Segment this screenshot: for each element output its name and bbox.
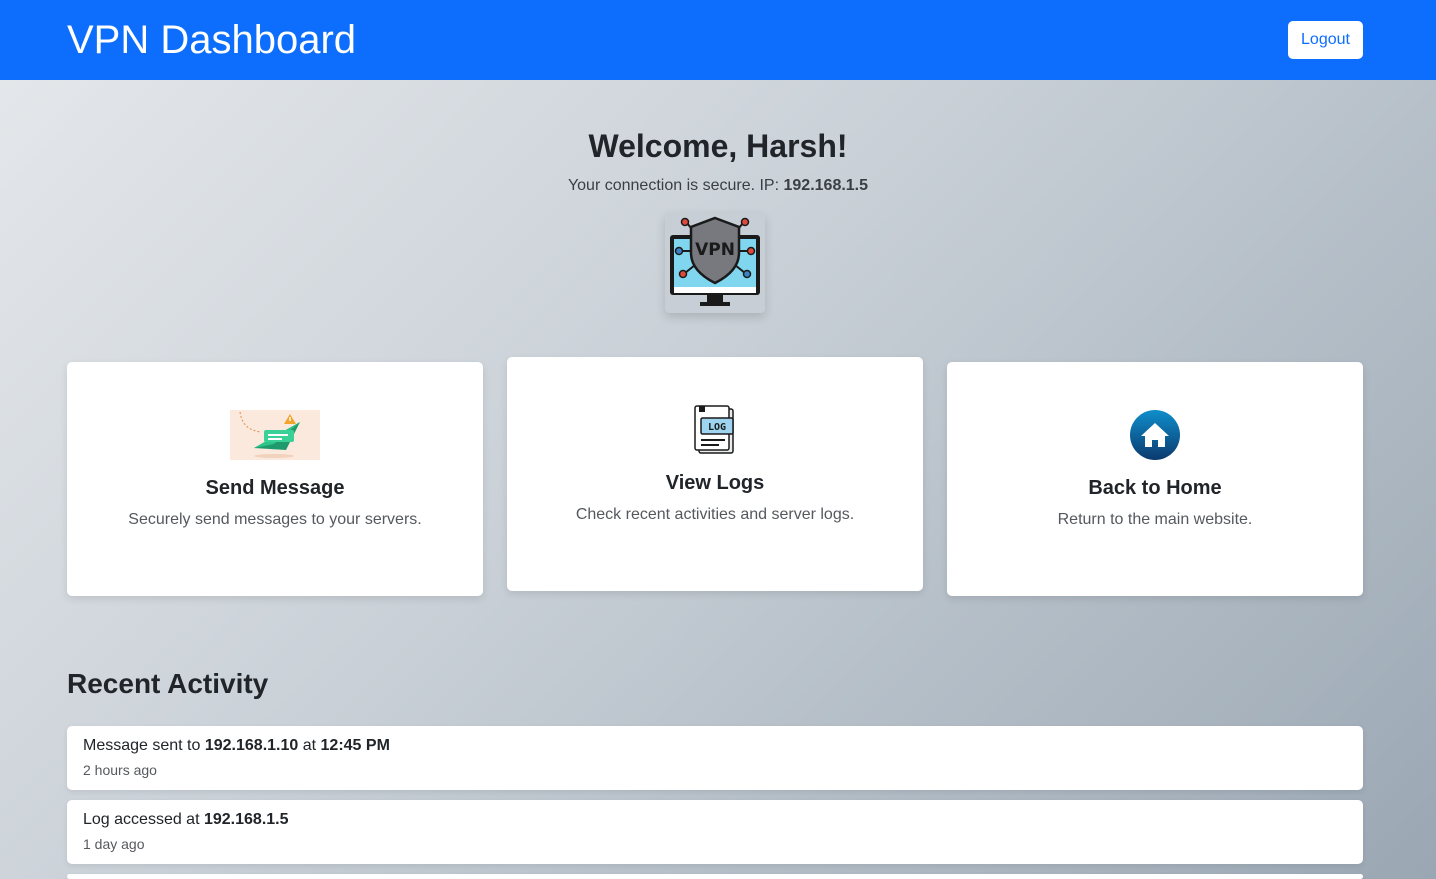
back-to-home-card[interactable]: Back to Home Return to the main website. <box>947 362 1363 596</box>
card-title-back-home: Back to Home <box>1088 477 1222 499</box>
activity-ago: 1 day ago <box>83 836 145 852</box>
vpn-logo: VPN <box>665 213 765 313</box>
paper-plane-message-icon <box>230 410 320 460</box>
activity-item[interactable] <box>67 874 1363 879</box>
welcome-heading: Welcome, Harsh! <box>588 128 848 164</box>
top-navbar: VPN Dashboard Logout <box>0 0 1436 80</box>
activity-item[interactable]: Message sent to 192.168.1.10 at 12:45 PM… <box>67 726 1363 790</box>
activity-ago: 2 hours ago <box>83 762 157 778</box>
card-title-send-message: Send Message <box>205 477 345 499</box>
card-desc-send-message: Securely send messages to your servers. <box>128 511 422 528</box>
activity-ip: 192.168.1.10 <box>204 737 299 754</box>
activity-time: 12:45 PM <box>320 737 390 754</box>
activity-mid: at <box>302 737 317 754</box>
recent-activity-title: Recent Activity <box>67 668 269 699</box>
status-text: Your connection is secure. IP: <box>567 177 780 194</box>
card-desc-view-logs: Check recent activities and server logs. <box>575 506 855 523</box>
log-icon-text: LOG <box>708 422 726 433</box>
ip-address: 192.168.1.5 <box>783 177 869 194</box>
log-file-icon: LOG <box>694 405 734 454</box>
vpn-logo-text: VPN <box>695 240 735 260</box>
view-logs-card[interactable]: LOG View Logs Check recent activities an… <box>507 357 923 591</box>
send-message-card[interactable]: Send Message Securely send messages to y… <box>67 362 483 596</box>
activity-prefix: Message sent to <box>83 737 201 754</box>
activity-text: Message sent to 192.168.1.10 at 12:45 PM <box>83 736 390 756</box>
connection-status: Your connection is secure. IP: 192.168.1… <box>0 176 1436 196</box>
activity-text: Log accessed at 192.168.1.5 <box>83 810 289 830</box>
activity-ip: 192.168.1.5 <box>203 811 289 828</box>
card-desc-back-home: Return to the main website. <box>1057 511 1253 528</box>
brand-title[interactable]: VPN Dashboard <box>67 17 356 63</box>
card-title-view-logs: View Logs <box>665 472 765 494</box>
activity-prefix: Log accessed at <box>83 811 200 828</box>
logout-button[interactable]: Logout <box>1288 21 1363 59</box>
activity-item[interactable]: Log accessed at 192.168.1.5 1 day ago <box>67 800 1363 864</box>
home-icon <box>1130 410 1180 460</box>
vpn-monitor-shield-icon: VPN <box>670 216 760 306</box>
